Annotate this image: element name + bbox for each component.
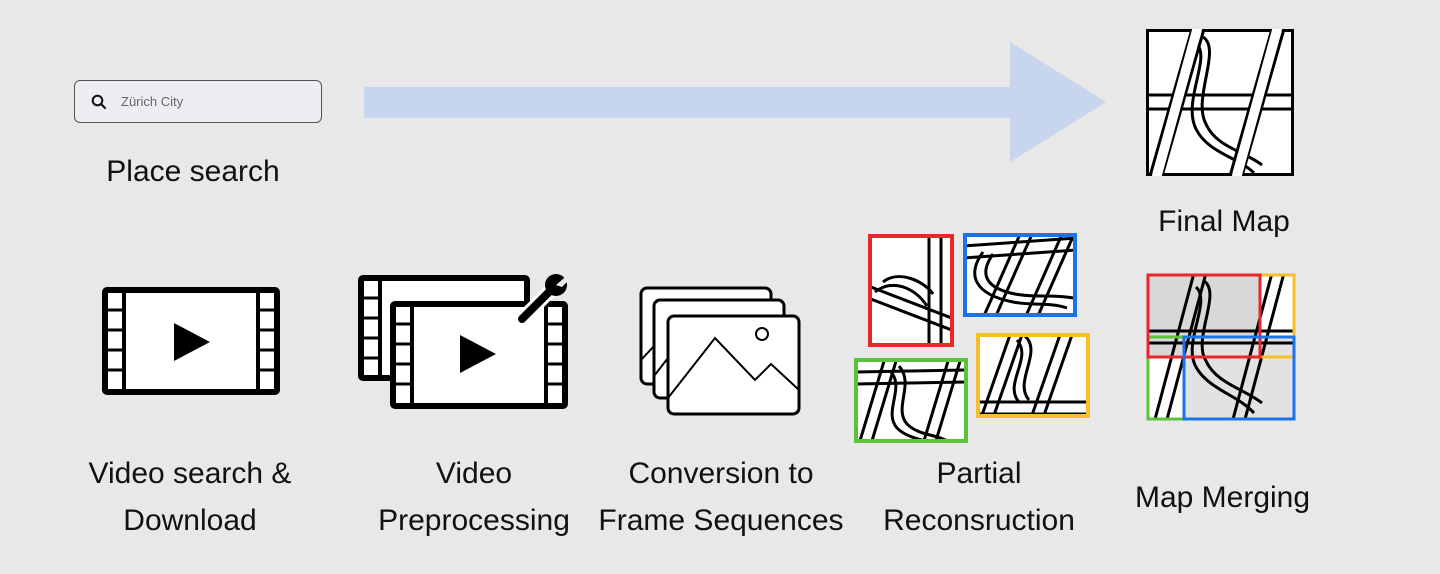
video-preprocessing-icon [358, 273, 570, 409]
flow-arrow [364, 42, 1106, 162]
place-search-label: Place search [106, 155, 280, 188]
final-map-icon [1146, 29, 1294, 176]
conversion-label-line2: Frame Sequences [598, 504, 844, 537]
conversion-label-line1: Conversion to [628, 457, 814, 490]
map-merging-label: Map Merging [1134, 481, 1311, 514]
search-value: Zürich City [121, 94, 184, 109]
search-input[interactable]: Zürich City [74, 80, 322, 123]
map-merging-icon [1146, 273, 1296, 421]
search-icon [91, 94, 107, 110]
frame-sequence-icon [639, 286, 801, 416]
video-search-label-line1: Video search & [88, 457, 292, 490]
video-search-label-line2: Download [123, 504, 257, 537]
final-map-label: Final Map [1158, 205, 1290, 238]
partial-reconstruction-label-line1: Partial [936, 457, 1022, 490]
video-preprocessing-label-line2: Preprocessing [378, 504, 570, 537]
partial-reconstruction-icon [854, 233, 1090, 443]
video-preprocessing-label-line1: Video [435, 457, 513, 490]
video-search-icon [102, 287, 280, 395]
partial-reconstruction-label-line2: Reconsruction [883, 504, 1075, 537]
